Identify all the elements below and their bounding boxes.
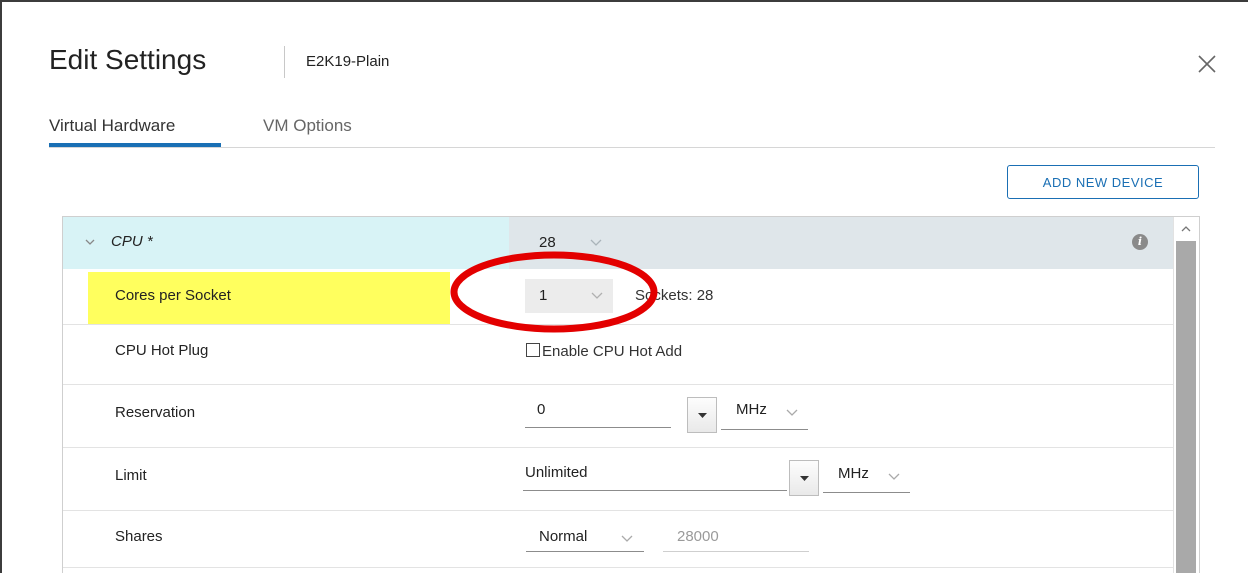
title-divider	[284, 46, 285, 78]
tab-vm-options[interactable]: VM Options	[263, 116, 352, 136]
chevron-down-icon	[591, 292, 603, 299]
hardware-settings-grid: CPU * 28 i Cores per Socket 1 Sockets: 2…	[62, 216, 1200, 573]
cores-per-socket-value: 1	[539, 287, 548, 304]
limit-dropdown-button[interactable]	[789, 460, 819, 496]
sockets-count: Sockets: 28	[635, 287, 714, 304]
reservation-unit-label: MHz	[736, 401, 767, 418]
row-divider	[63, 510, 1173, 511]
reservation-input[interactable]: 0	[525, 401, 671, 428]
shares-label: Shares	[115, 528, 163, 545]
chevron-down-icon	[786, 409, 798, 416]
limit-unit-label: MHz	[838, 465, 869, 482]
scrollbar-thumb[interactable]	[1176, 241, 1196, 573]
enable-cpu-hot-add-checkbox[interactable]	[526, 343, 540, 357]
cores-per-socket-label: Cores per Socket	[115, 287, 231, 304]
caret-down-icon	[800, 476, 809, 481]
reservation-dropdown-button[interactable]	[687, 397, 717, 433]
chevron-down-icon[interactable]	[83, 235, 97, 249]
cpu-count-select[interactable]: 28	[539, 234, 556, 251]
limit-input[interactable]: Unlimited	[523, 464, 787, 491]
vm-name: E2K19-Plain	[306, 53, 390, 70]
cpu-row-value-area	[509, 217, 1173, 269]
chevron-down-icon	[888, 473, 900, 480]
shares-value-input: 28000	[663, 528, 809, 552]
row-divider	[63, 447, 1173, 448]
close-icon[interactable]	[1196, 53, 1218, 75]
row-divider	[63, 384, 1173, 385]
reservation-unit-select[interactable]: MHz	[721, 401, 808, 430]
cpu-hot-plug-label: CPU Hot Plug	[115, 342, 209, 359]
chevron-down-icon[interactable]	[590, 239, 602, 247]
tab-virtual-hardware[interactable]: Virtual Hardware	[49, 116, 175, 136]
shares-level-select[interactable]: Normal	[526, 528, 644, 552]
chevron-up-icon[interactable]	[1177, 220, 1195, 238]
reservation-label: Reservation	[115, 404, 196, 421]
window-frame-top	[0, 0, 1248, 2]
tabs-divider	[49, 147, 1215, 148]
shares-level-value: Normal	[539, 528, 588, 545]
add-new-device-button[interactable]: ADD NEW DEVICE	[1007, 165, 1199, 199]
chevron-down-icon	[621, 535, 633, 542]
enable-cpu-hot-add-label[interactable]: Enable CPU Hot Add	[542, 343, 682, 360]
info-icon[interactable]: i	[1132, 234, 1148, 250]
cpu-label: CPU *	[111, 233, 153, 250]
limit-label: Limit	[115, 467, 147, 484]
row-divider	[63, 567, 1173, 568]
limit-unit-select[interactable]: MHz	[823, 465, 910, 493]
window-frame-left	[0, 0, 2, 573]
caret-down-icon	[698, 413, 707, 418]
row-divider	[63, 324, 1173, 325]
dialog-title: Edit Settings	[49, 44, 207, 75]
